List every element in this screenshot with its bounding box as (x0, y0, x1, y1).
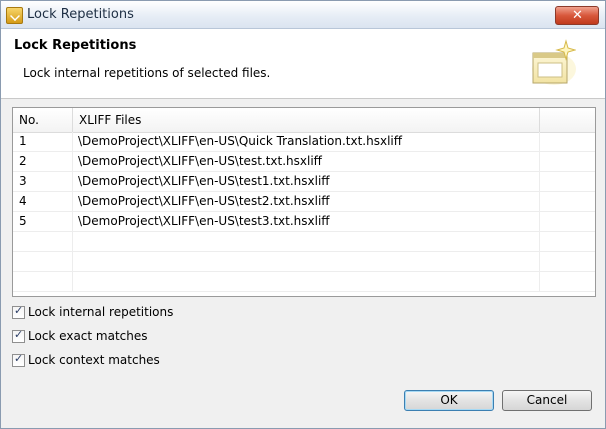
row-number: 3 (13, 172, 73, 191)
table-row[interactable]: 3 \DemoProject\XLIFF\en-US\test1.txt.hsx… (13, 172, 595, 192)
column-header-xliff-files[interactable]: XLIFF Files (73, 108, 540, 132)
row-number (13, 232, 73, 251)
column-header-empty (540, 108, 595, 132)
column-header-no[interactable]: No. (13, 108, 73, 132)
lock-exact-matches-checkbox[interactable] (12, 328, 25, 343)
table-row[interactable]: 5 \DemoProject\XLIFF\en-US\test3.txt.hsx… (13, 212, 595, 232)
xliff-files-table[interactable]: No. XLIFF Files 1 \DemoProject\XLIFF\en-… (12, 107, 596, 297)
row-number: 4 (13, 192, 73, 211)
close-button[interactable]: ✕ (555, 6, 599, 25)
lock-context-matches-label[interactable]: Lock context matches (28, 353, 160, 367)
ok-button[interactable]: OK (404, 390, 494, 411)
close-icon: ✕ (572, 8, 583, 23)
app-icon (6, 7, 23, 24)
row-file-path (73, 272, 540, 291)
table-row-empty (13, 252, 595, 272)
row-file-path: \DemoProject\XLIFF\en-US\Quick Translati… (73, 132, 540, 151)
row-file-path (73, 232, 540, 251)
table-row[interactable]: 4 \DemoProject\XLIFF\en-US\test2.txt.hsx… (13, 192, 595, 212)
cancel-button[interactable]: Cancel (502, 390, 592, 411)
lock-internal-repetitions-label[interactable]: Lock internal repetitions (28, 305, 173, 319)
lock-context-matches-checkbox[interactable] (12, 352, 25, 367)
table-header: No. XLIFF Files (13, 108, 595, 133)
header-banner: Lock Repetitions Lock internal repetitio… (1, 29, 605, 99)
lock-internal-repetitions-checkbox[interactable] (12, 304, 25, 319)
row-file-path (73, 252, 540, 271)
table-row-empty (13, 272, 595, 292)
lock-exact-matches-label[interactable]: Lock exact matches (28, 329, 148, 343)
row-number: 2 (13, 152, 73, 171)
table-body: 1 \DemoProject\XLIFF\en-US\Quick Transla… (13, 132, 595, 292)
row-number (13, 252, 73, 271)
row-number (13, 272, 73, 291)
row-file-path: \DemoProject\XLIFF\en-US\test1.txt.hsxli… (73, 172, 540, 191)
banner-description: Lock internal repetitions of selected fi… (23, 66, 271, 80)
title-bar[interactable]: Lock Repetitions ✕ (1, 1, 605, 29)
table-row[interactable]: 1 \DemoProject\XLIFF\en-US\Quick Transla… (13, 132, 595, 152)
banner-title: Lock Repetitions (14, 38, 137, 53)
table-row[interactable]: 2 \DemoProject\XLIFF\en-US\test.txt.hsxl… (13, 152, 595, 172)
row-file-path: \DemoProject\XLIFF\en-US\test2.txt.hsxli… (73, 192, 540, 211)
table-row-empty (13, 232, 595, 252)
row-number: 5 (13, 212, 73, 231)
dialog-window: Lock Repetitions ✕ Lock Repetitions Lock… (0, 0, 606, 429)
wizard-window-icon (532, 39, 576, 85)
row-file-path: \DemoProject\XLIFF\en-US\test3.txt.hsxli… (73, 212, 540, 231)
window-title: Lock Repetitions (27, 7, 134, 22)
row-number: 1 (13, 132, 73, 151)
row-file-path: \DemoProject\XLIFF\en-US\test.txt.hsxlif… (73, 152, 540, 171)
